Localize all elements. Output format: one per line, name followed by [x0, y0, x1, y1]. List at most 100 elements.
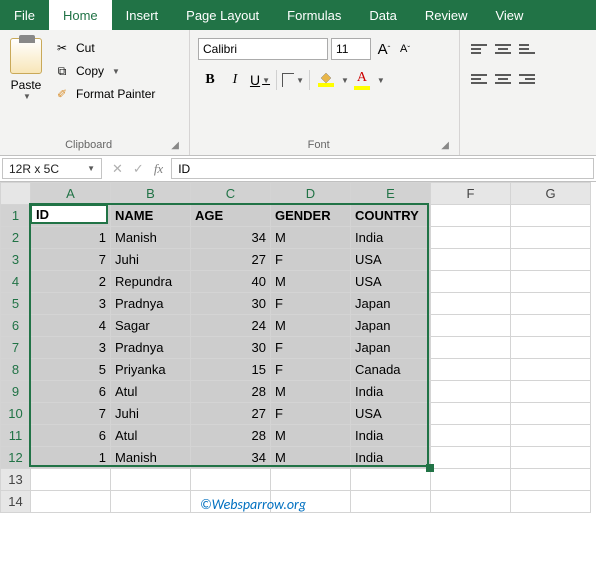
cell-B1[interactable]: NAME	[111, 205, 191, 227]
cell-A9[interactable]: 6	[31, 381, 111, 403]
fx-icon[interactable]: fx	[154, 161, 163, 177]
cell-G4[interactable]	[511, 271, 591, 293]
row-header-13[interactable]: 13	[1, 469, 31, 491]
cell-C2[interactable]: 34	[191, 227, 271, 249]
cell-G1[interactable]	[511, 205, 591, 227]
cell-C11[interactable]: 28	[191, 425, 271, 447]
cell-G3[interactable]	[511, 249, 591, 271]
worksheet-grid[interactable]: ABCDEFG1IDNAMEAGEGENDERCOUNTRY21Manish34…	[0, 182, 596, 513]
cell-A13[interactable]	[31, 469, 111, 491]
cell-D5[interactable]: F	[271, 293, 351, 315]
cell-G11[interactable]	[511, 425, 591, 447]
cell-F6[interactable]	[431, 315, 511, 337]
cell-C13[interactable]	[191, 469, 271, 491]
cell-A6[interactable]: 4	[31, 315, 111, 337]
cell-B12[interactable]: Manish	[111, 447, 191, 469]
cancel-icon[interactable]: ✕	[112, 161, 123, 177]
cell-A1[interactable]: ID	[31, 205, 111, 227]
cell-A11[interactable]: 6	[31, 425, 111, 447]
enter-icon[interactable]: ✓	[133, 161, 144, 177]
row-header-14[interactable]: 14	[1, 491, 31, 513]
cell-G13[interactable]	[511, 469, 591, 491]
col-header-B[interactable]: B	[111, 183, 191, 205]
cell-F13[interactable]	[431, 469, 511, 491]
cell-D12[interactable]: M	[271, 447, 351, 469]
row-header-10[interactable]: 10	[1, 403, 31, 425]
cell-B5[interactable]: Pradnya	[111, 293, 191, 315]
cell-E1[interactable]: COUNTRY	[351, 205, 431, 227]
copy-button[interactable]: ⧉ Copy ▼	[50, 61, 159, 81]
col-header-F[interactable]: F	[431, 183, 511, 205]
paste-button[interactable]: Paste ▼	[6, 34, 46, 137]
cell-F9[interactable]	[431, 381, 511, 403]
fill-color-button[interactable]	[314, 68, 338, 92]
select-all-corner[interactable]	[1, 183, 31, 205]
cell-E6[interactable]: Japan	[351, 315, 431, 337]
align-center-button[interactable]	[492, 68, 514, 90]
cell-D10[interactable]: F	[271, 403, 351, 425]
underline-button[interactable]: U▼	[248, 68, 272, 92]
bold-button[interactable]: B	[198, 68, 222, 92]
cell-B2[interactable]: Manish	[111, 227, 191, 249]
cell-A4[interactable]: 2	[31, 271, 111, 293]
cell-C10[interactable]: 27	[191, 403, 271, 425]
align-top-button[interactable]	[468, 38, 490, 60]
cell-B13[interactable]	[111, 469, 191, 491]
cell-E7[interactable]: Japan	[351, 337, 431, 359]
row-header-7[interactable]: 7	[1, 337, 31, 359]
cell-E12[interactable]: India	[351, 447, 431, 469]
col-header-E[interactable]: E	[351, 183, 431, 205]
cell-F12[interactable]	[431, 447, 511, 469]
italic-button[interactable]: I	[223, 68, 247, 92]
cell-G5[interactable]	[511, 293, 591, 315]
cell-B11[interactable]: Atul	[111, 425, 191, 447]
cell-C7[interactable]: 30	[191, 337, 271, 359]
cell-F3[interactable]	[431, 249, 511, 271]
row-header-12[interactable]: 12	[1, 447, 31, 469]
tab-review[interactable]: Review	[411, 0, 482, 30]
shrink-font-button[interactable]: Aˇ	[395, 38, 415, 60]
font-size-combo[interactable]	[331, 38, 371, 60]
row-header-5[interactable]: 5	[1, 293, 31, 315]
formula-input[interactable]: ID	[171, 158, 594, 179]
cell-D11[interactable]: M	[271, 425, 351, 447]
cell-D4[interactable]: M	[271, 271, 351, 293]
cell-A3[interactable]: 7	[31, 249, 111, 271]
col-header-D[interactable]: D	[271, 183, 351, 205]
cell-E3[interactable]: USA	[351, 249, 431, 271]
cell-A8[interactable]: 5	[31, 359, 111, 381]
cell-B14[interactable]	[111, 491, 191, 513]
cell-C6[interactable]: 24	[191, 315, 271, 337]
tab-view[interactable]: View	[481, 0, 537, 30]
row-header-4[interactable]: 4	[1, 271, 31, 293]
col-header-A[interactable]: A	[31, 183, 111, 205]
tab-home[interactable]: Home	[49, 0, 112, 30]
cell-E10[interactable]: USA	[351, 403, 431, 425]
cell-B6[interactable]: Sagar	[111, 315, 191, 337]
cell-D8[interactable]: F	[271, 359, 351, 381]
cell-A14[interactable]	[31, 491, 111, 513]
cell-F5[interactable]	[431, 293, 511, 315]
cell-E2[interactable]: India	[351, 227, 431, 249]
chevron-down-icon[interactable]: ▼	[341, 76, 349, 85]
cell-C3[interactable]: 27	[191, 249, 271, 271]
font-launcher-icon[interactable]: ◢	[441, 140, 453, 151]
cell-F1[interactable]	[431, 205, 511, 227]
cell-E9[interactable]: India	[351, 381, 431, 403]
cell-D9[interactable]: M	[271, 381, 351, 403]
cell-C5[interactable]: 30	[191, 293, 271, 315]
cell-A12[interactable]: 1	[31, 447, 111, 469]
cell-B9[interactable]: Atul	[111, 381, 191, 403]
row-header-8[interactable]: 8	[1, 359, 31, 381]
tab-insert[interactable]: Insert	[112, 0, 173, 30]
cell-D7[interactable]: F	[271, 337, 351, 359]
row-header-6[interactable]: 6	[1, 315, 31, 337]
col-header-C[interactable]: C	[191, 183, 271, 205]
cell-G10[interactable]	[511, 403, 591, 425]
borders-button[interactable]: ▼	[281, 68, 305, 92]
cell-E8[interactable]: Canada	[351, 359, 431, 381]
cell-E14[interactable]	[351, 491, 431, 513]
cell-B10[interactable]: Juhi	[111, 403, 191, 425]
tab-data[interactable]: Data	[355, 0, 410, 30]
row-header-9[interactable]: 9	[1, 381, 31, 403]
